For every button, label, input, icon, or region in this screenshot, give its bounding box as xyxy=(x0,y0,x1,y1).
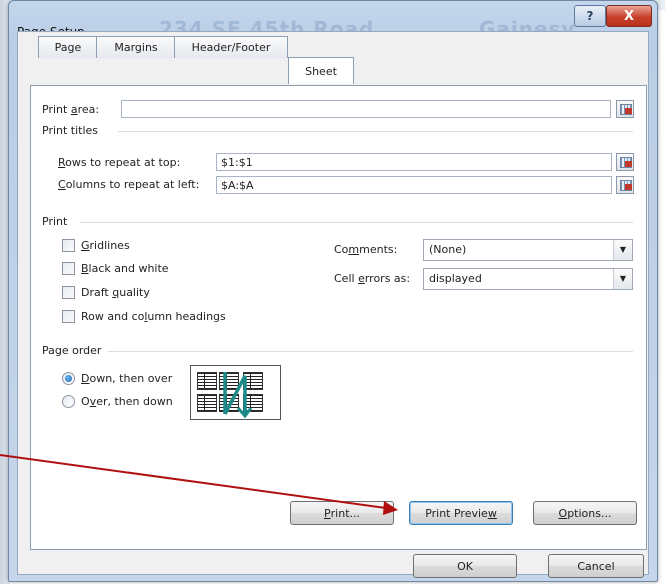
columns-repeat-collapse-button[interactable] xyxy=(616,176,634,194)
divider xyxy=(80,222,633,223)
cell-errors-value: displayed xyxy=(429,272,482,285)
divider xyxy=(118,131,633,132)
help-button[interactable]: ? xyxy=(574,5,606,27)
dialog-body: Page Margins Header/Footer Sheet Print a… xyxy=(17,31,649,578)
rows-repeat-input[interactable]: $1:$1 xyxy=(216,153,612,171)
cancel-button[interactable]: Cancel xyxy=(548,554,644,578)
tab-label: Sheet xyxy=(305,64,337,78)
print-area-collapse-button[interactable] xyxy=(616,100,634,118)
rows-repeat-label: Rows to repeat at top: xyxy=(58,156,181,169)
tab-header-footer[interactable]: Header/Footer xyxy=(174,36,288,58)
comments-value: (None) xyxy=(429,243,467,256)
rows-repeat-collapse-button[interactable] xyxy=(616,153,634,171)
down-then-over-radio[interactable] xyxy=(62,372,75,385)
print-area-input[interactable] xyxy=(121,100,611,118)
close-icon: X xyxy=(623,8,635,24)
chevron-down-icon[interactable]: ▼ xyxy=(613,240,632,260)
gridlines-checkbox[interactable] xyxy=(62,239,75,252)
tab-label: Header/Footer xyxy=(191,41,271,54)
black-white-label[interactable]: Black and white xyxy=(81,262,169,275)
page-order-arrow-icon xyxy=(223,372,253,419)
print-button[interactable]: Print... xyxy=(290,501,394,525)
print-preview-button[interactable]: Print Previe w xyxy=(409,501,513,525)
gridlines-label[interactable]: Gridlines xyxy=(81,239,130,252)
close-button[interactable]: X xyxy=(606,5,652,27)
tab-margins[interactable]: Margins xyxy=(96,36,176,58)
page-order-heading: Page order xyxy=(42,344,102,357)
tab-sheet[interactable]: Sheet xyxy=(288,57,354,84)
cell-errors-dropdown[interactable]: displayed ▼ xyxy=(423,268,633,290)
print-heading: Print xyxy=(42,215,68,228)
print-area-label: Print area: xyxy=(42,103,100,116)
columns-repeat-label: Columns to repeat at left: xyxy=(58,178,200,191)
black-white-checkbox[interactable] xyxy=(62,262,75,275)
page-order-preview-image xyxy=(190,365,281,420)
options-button[interactable]: Options... xyxy=(533,501,637,525)
row-column-headings-checkbox[interactable] xyxy=(62,310,75,323)
draft-quality-label[interactable]: Draft quality xyxy=(81,286,150,299)
comments-label: Comments: xyxy=(334,243,398,256)
page-setup-dialog: 234 SE 45th Road Gainesv Page Setup ? X … xyxy=(8,0,658,582)
tab-page[interactable]: Page xyxy=(38,36,98,58)
over-then-down-radio[interactable] xyxy=(62,395,75,408)
row-column-headings-label[interactable]: Row and column headings xyxy=(81,310,226,323)
over-then-down-label[interactable]: Over, then down xyxy=(81,395,173,408)
comments-dropdown[interactable]: (None) ▼ xyxy=(423,239,633,261)
divider xyxy=(108,351,633,352)
draft-quality-checkbox[interactable] xyxy=(62,286,75,299)
down-then-over-label[interactable]: Down, then over xyxy=(81,372,172,385)
columns-repeat-input[interactable]: $A:$A xyxy=(216,176,612,194)
cell-errors-label: Cell errors as: xyxy=(334,272,411,285)
tab-label: Page xyxy=(54,41,82,54)
ok-button[interactable]: OK xyxy=(413,554,517,578)
chevron-down-icon[interactable]: ▼ xyxy=(613,269,632,289)
print-titles-heading: Print titles xyxy=(42,124,99,137)
help-icon: ? xyxy=(586,9,594,23)
tab-label: Margins xyxy=(114,41,158,54)
